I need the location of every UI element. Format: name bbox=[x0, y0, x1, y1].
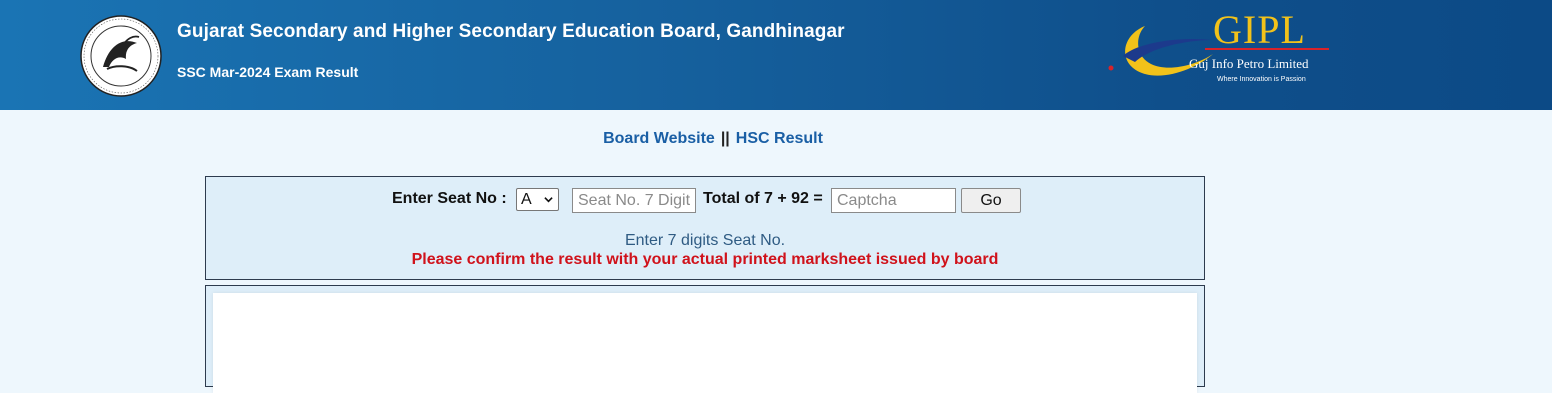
seat-prefix-value: A bbox=[521, 191, 532, 208]
captcha-question: Total of 7 + 92 = bbox=[703, 190, 823, 207]
seat-number-input[interactable] bbox=[572, 188, 696, 213]
seat-hint: Enter 7 digits Seat No. bbox=[624, 232, 786, 249]
board-emblem-icon bbox=[80, 15, 162, 97]
go-button[interactable]: Go bbox=[961, 188, 1021, 213]
nav-links: Board Website || HSC Result bbox=[0, 130, 1426, 148]
hsc-result-link[interactable]: HSC Result bbox=[736, 130, 823, 147]
result-panel bbox=[205, 285, 1205, 393]
seat-search-form: Enter Seat No : A Total of 7 + 92 = Go E… bbox=[205, 176, 1205, 280]
gipl-tagline: Where Innovation is Passion bbox=[1217, 76, 1306, 83]
nav-separator: || bbox=[720, 130, 730, 147]
exam-subtitle: SSC Mar-2024 Exam Result bbox=[177, 64, 359, 80]
chevron-down-icon bbox=[544, 197, 553, 203]
seat-label: Enter Seat No : bbox=[392, 190, 507, 207]
board-website-link[interactable]: Board Website bbox=[603, 130, 715, 147]
gipl-logo-text: GIPL bbox=[1213, 7, 1306, 52]
seat-prefix-select[interactable]: A bbox=[516, 188, 559, 211]
result-content-area bbox=[213, 293, 1197, 393]
captcha-input[interactable] bbox=[831, 188, 956, 213]
page-header: Gujarat Secondary and Higher Secondary E… bbox=[0, 0, 1552, 110]
gipl-fullname: Guj Info Petro Limited bbox=[1189, 56, 1309, 71]
page-title: Gujarat Secondary and Higher Secondary E… bbox=[177, 21, 845, 42]
result-warning: Please confirm the result with your actu… bbox=[411, 251, 999, 268]
